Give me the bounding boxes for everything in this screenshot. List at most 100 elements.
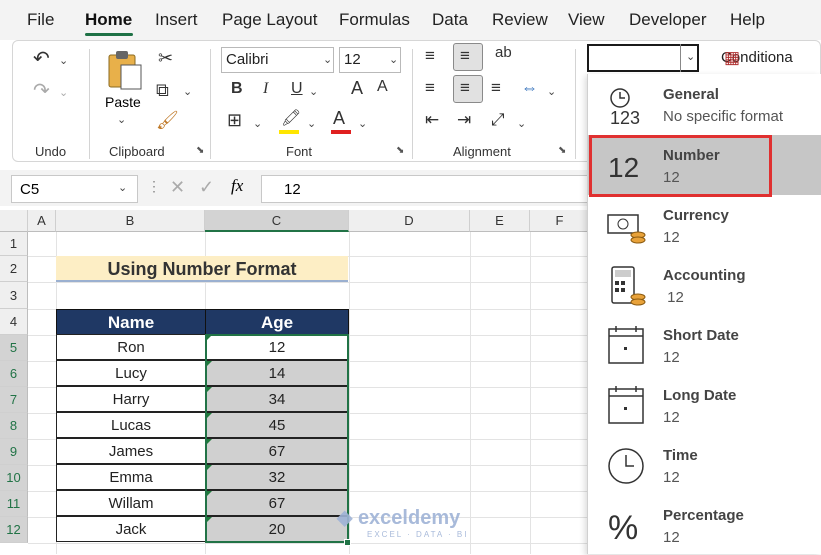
tab-data[interactable]: Data: [432, 10, 468, 30]
insert-function-icon[interactable]: fx: [231, 176, 243, 196]
paste-dropdown-icon[interactable]: ⌄: [117, 113, 126, 126]
table-cell-age[interactable]: 32: [205, 464, 349, 490]
font-launcher-icon[interactable]: ⬊: [396, 145, 404, 156]
cut-icon[interactable]: ✂: [158, 49, 173, 67]
row-header-10[interactable]: 10: [0, 465, 28, 491]
row-header-11[interactable]: 11: [0, 491, 28, 517]
column-header-d[interactable]: D: [349, 210, 470, 232]
borders-icon[interactable]: ⊞: [227, 111, 242, 129]
copy-icon[interactable]: ⧉: [156, 81, 169, 99]
table-cell-age[interactable]: 67: [205, 490, 349, 516]
tab-file[interactable]: File: [27, 10, 54, 30]
table-cell-age[interactable]: 34: [205, 386, 349, 412]
error-indicator-icon[interactable]: [206, 361, 212, 367]
table-cell-age[interactable]: 45: [205, 412, 349, 438]
tab-insert[interactable]: Insert: [155, 10, 198, 30]
chevron-down-icon[interactable]: ⌄: [118, 181, 127, 194]
tab-help[interactable]: Help: [730, 10, 765, 30]
tab-home[interactable]: Home: [85, 10, 132, 30]
error-indicator-icon[interactable]: [206, 387, 212, 393]
underline-icon[interactable]: U: [291, 81, 303, 97]
chevron-down-icon[interactable]: ⌄: [389, 53, 398, 66]
table-cell-name[interactable]: Harry: [56, 386, 206, 412]
font-name-dropdown[interactable]: Calibri: [221, 47, 334, 73]
decrease-indent-icon[interactable]: ⇤: [425, 111, 439, 128]
row-header-9[interactable]: 9: [0, 439, 28, 465]
formula-input[interactable]: 12: [261, 175, 590, 203]
paste-button[interactable]: Paste: [105, 94, 141, 110]
conditional-formatting-icon[interactable]: ▦: [724, 49, 740, 66]
error-indicator-icon[interactable]: [206, 517, 212, 523]
row-header-5[interactable]: 5: [0, 335, 28, 361]
copy-dropdown-icon[interactable]: ⌄: [183, 85, 192, 98]
format-option-long-date[interactable]: Long Date 12: [588, 375, 821, 435]
bold-icon[interactable]: B: [231, 81, 243, 97]
row-header-1[interactable]: 1: [0, 232, 28, 256]
tab-page-layout[interactable]: Page Layout: [222, 10, 317, 30]
paste-icon[interactable]: [105, 49, 145, 93]
tab-developer[interactable]: Developer: [629, 10, 707, 30]
format-option-currency[interactable]: Currency 12: [588, 195, 821, 255]
format-painter-icon[interactable]: 🖌: [156, 111, 179, 129]
row-header-2[interactable]: 2: [0, 256, 28, 282]
table-cell-name[interactable]: Jack: [56, 516, 206, 542]
column-header-c[interactable]: C: [205, 210, 349, 232]
alignment-launcher-icon[interactable]: ⬊: [558, 145, 566, 156]
fill-handle[interactable]: [344, 539, 351, 546]
column-header-e[interactable]: E: [470, 210, 530, 232]
undo-icon[interactable]: ↶: [33, 49, 50, 69]
error-indicator-icon[interactable]: [206, 413, 212, 419]
clipboard-launcher-icon[interactable]: ⬊: [196, 145, 204, 156]
italic-icon[interactable]: I: [263, 81, 268, 97]
column-header-a[interactable]: A: [28, 210, 56, 232]
merge-dropdown-icon[interactable]: ⌄: [547, 85, 556, 98]
undo-dropdown-icon[interactable]: ⌄: [59, 54, 68, 67]
table-cell-name[interactable]: Lucy: [56, 360, 206, 386]
align-left-icon[interactable]: ≡: [425, 79, 435, 96]
font-color-icon[interactable]: A: [333, 109, 345, 127]
row-header-8[interactable]: 8: [0, 413, 28, 439]
tab-formulas[interactable]: Formulas: [339, 10, 410, 30]
tab-review[interactable]: Review: [492, 10, 548, 30]
increase-indent-icon[interactable]: ⇥: [457, 111, 471, 128]
fill-color-icon[interactable]: 🖍: [281, 111, 301, 127]
error-indicator-icon[interactable]: [206, 465, 212, 471]
row-header-7[interactable]: 7: [0, 387, 28, 413]
row-header-3[interactable]: 3: [0, 282, 28, 309]
merge-center-icon[interactable]: ⇔: [521, 79, 538, 96]
table-cell-age[interactable]: 14: [205, 360, 349, 386]
decrease-font-icon[interactable]: A: [377, 79, 388, 95]
table-header-name[interactable]: Name: [56, 309, 206, 335]
font-color-dropdown-icon[interactable]: ⌄: [358, 117, 367, 130]
row-header-4[interactable]: 4: [0, 309, 28, 335]
align-right-icon[interactable]: ≡: [491, 79, 501, 96]
table-cell-age[interactable]: 12: [205, 334, 349, 360]
table-cell-name[interactable]: Lucas: [56, 412, 206, 438]
orientation-icon[interactable]: ⤢: [491, 111, 505, 128]
orientation-dropdown-icon[interactable]: ⌄: [517, 117, 526, 130]
error-indicator-icon[interactable]: [206, 335, 212, 341]
align-top-icon[interactable]: ≡: [425, 47, 435, 64]
borders-dropdown-icon[interactable]: ⌄: [253, 117, 262, 130]
table-cell-age[interactable]: 20: [205, 516, 349, 542]
increase-font-icon[interactable]: A: [351, 79, 363, 97]
column-header-b[interactable]: B: [56, 210, 205, 232]
column-header-f[interactable]: F: [530, 210, 590, 232]
format-option-percentage[interactable]: % Percentage 12: [588, 495, 821, 555]
select-all-corner[interactable]: [0, 210, 28, 232]
table-header-age[interactable]: Age: [205, 309, 349, 335]
wrap-text-icon[interactable]: ab: [495, 45, 512, 60]
table-cell-name[interactable]: Willam: [56, 490, 206, 516]
format-option-short-date[interactable]: Short Date 12: [588, 315, 821, 375]
row-header-12[interactable]: 12: [0, 517, 28, 543]
table-cell-name[interactable]: Ron: [56, 334, 206, 360]
fill-dropdown-icon[interactable]: ⌄: [307, 117, 316, 130]
underline-dropdown-icon[interactable]: ⌄: [309, 85, 318, 98]
chevron-down-icon[interactable]: ⌄: [323, 53, 332, 66]
format-option-general[interactable]: 123 General No specific format: [588, 74, 821, 134]
tab-view[interactable]: View: [568, 10, 605, 30]
enter-icon[interactable]: ✓: [199, 177, 214, 198]
cancel-icon[interactable]: ✕: [170, 177, 185, 198]
error-indicator-icon[interactable]: [206, 491, 212, 497]
row-header-6[interactable]: 6: [0, 361, 28, 387]
